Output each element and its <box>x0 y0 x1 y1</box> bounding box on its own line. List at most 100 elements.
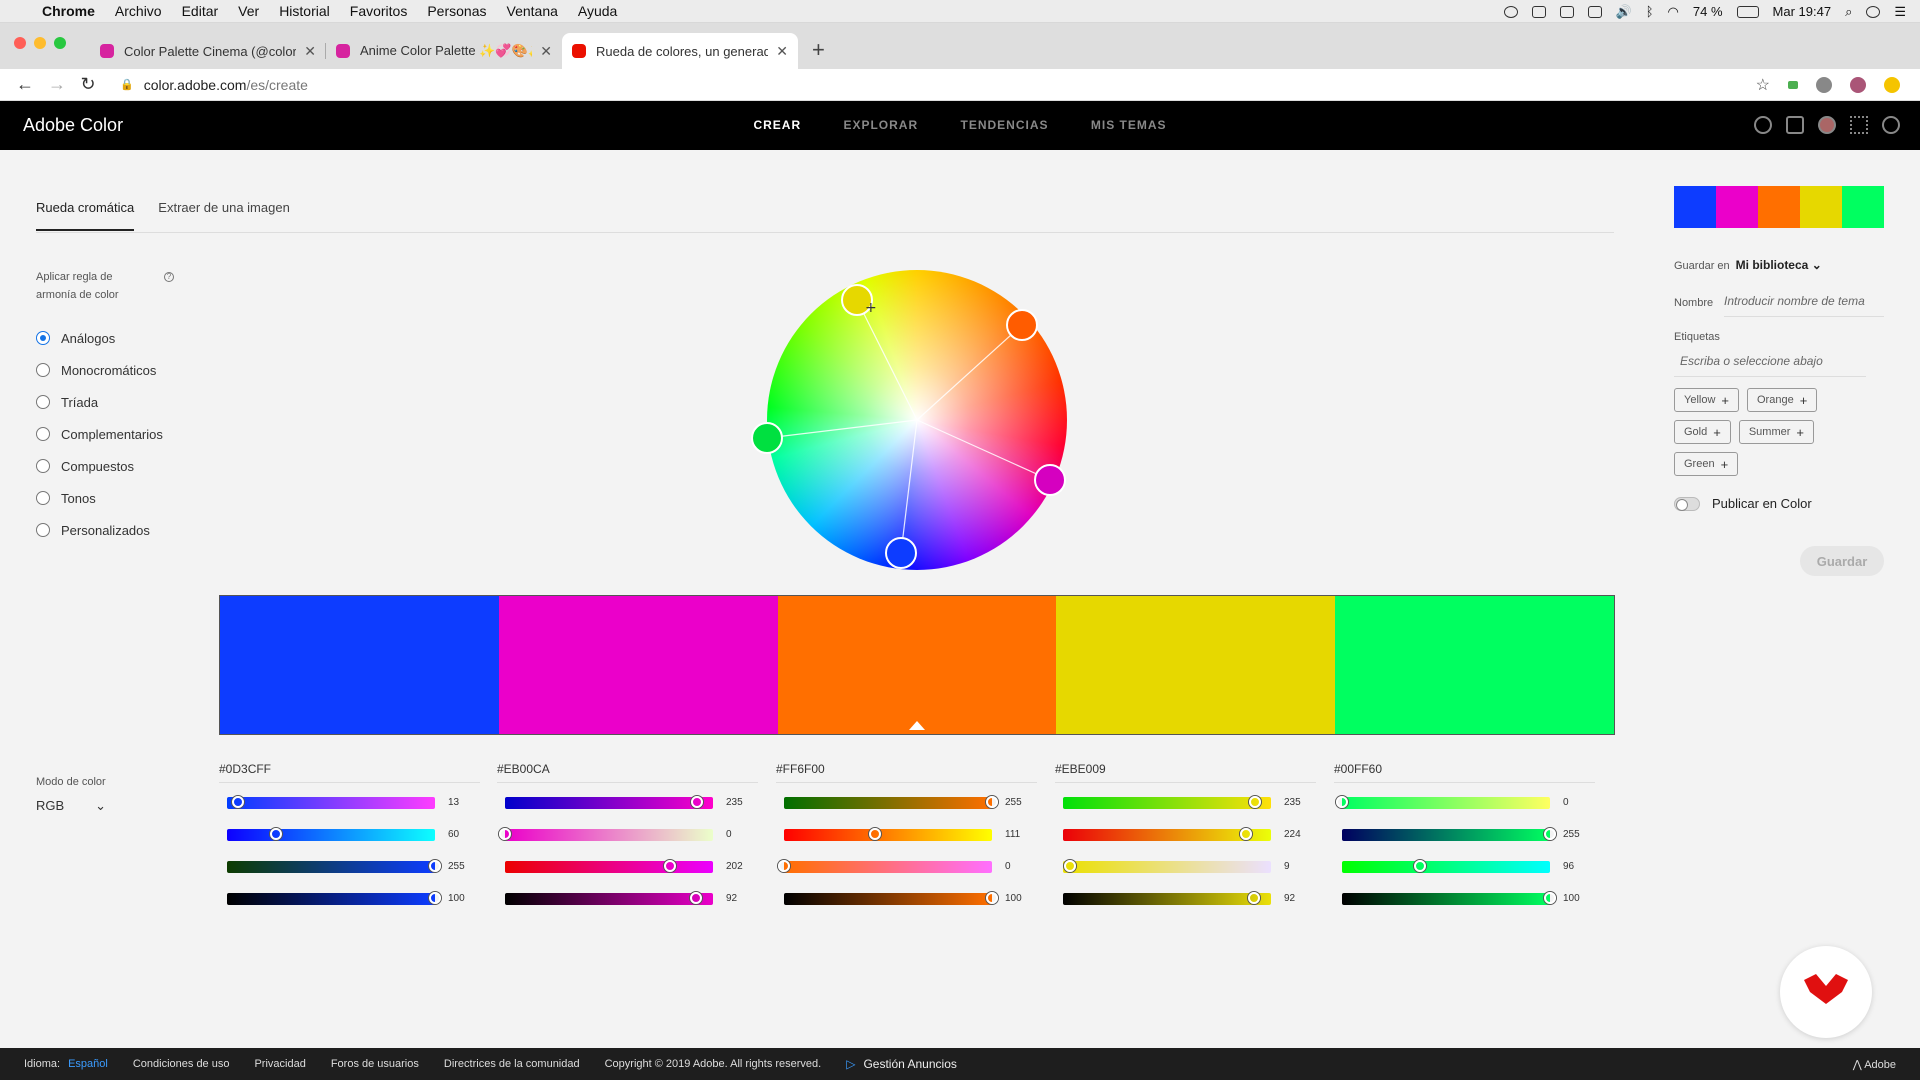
radio-icon[interactable] <box>36 459 50 473</box>
menu-ver[interactable]: Ver <box>238 3 259 19</box>
channel-slider[interactable] <box>784 892 998 905</box>
channel-slider[interactable] <box>1342 892 1556 905</box>
channel-slider[interactable] <box>1063 828 1271 841</box>
radio-icon[interactable] <box>36 491 50 505</box>
browser-tab[interactable]: Anime Color Palette ✨💞🎨✨ ✕ <box>326 33 562 69</box>
radio-icon[interactable] <box>36 395 50 409</box>
hex-value[interactable]: #EBE009 <box>1055 762 1316 783</box>
channel-value[interactable]: 13 <box>448 797 459 808</box>
extension-icon[interactable] <box>1816 76 1832 93</box>
new-tab-button[interactable]: + <box>812 37 825 63</box>
channel-slider[interactable] <box>505 860 713 873</box>
wheel-handle[interactable] <box>1034 464 1066 496</box>
slider-thumb[interactable] <box>499 828 511 840</box>
channel-slider[interactable] <box>1063 892 1271 905</box>
zoom-window-button[interactable] <box>54 37 66 49</box>
channel-value[interactable]: 235 <box>726 797 743 808</box>
tags-input[interactable]: Escriba o seleccione abajo <box>1674 354 1866 377</box>
channel-value[interactable]: 60 <box>448 829 459 840</box>
channel-slider[interactable] <box>1342 860 1550 873</box>
clock[interactable]: Mar 19:47 <box>1773 4 1832 19</box>
display-icon[interactable] <box>1587 5 1602 18</box>
browser-tab[interactable]: Color Palette Cinema (@colorp ✕ <box>90 33 326 69</box>
tag-orange[interactable]: Orange + <box>1747 388 1818 412</box>
channel-value[interactable]: 0 <box>1005 861 1011 872</box>
close-tab-icon[interactable]: ✕ <box>776 43 788 60</box>
theme-name-input[interactable]: Introducir nombre de tema <box>1724 294 1884 317</box>
palette-swatch[interactable] <box>1056 596 1336 734</box>
menu-favoritos[interactable]: Favoritos <box>350 3 408 19</box>
channel-value[interactable]: 224 <box>1284 829 1301 840</box>
channel-slider[interactable] <box>499 828 713 841</box>
channel-slider[interactable] <box>505 892 713 905</box>
slider-thumb[interactable] <box>429 860 441 872</box>
channel-slider[interactable] <box>227 828 435 841</box>
nav-crear[interactable]: CREAR <box>753 118 801 132</box>
hex-value[interactable]: #00FF60 <box>1334 762 1595 783</box>
slider-thumb[interactable] <box>1248 892 1261 904</box>
menu-ventana[interactable]: Ventana <box>507 3 558 19</box>
slider-thumb[interactable] <box>868 828 881 840</box>
close-tab-icon[interactable]: ✕ <box>540 43 552 60</box>
bluetooth-icon[interactable]: ᛒ <box>1646 4 1654 19</box>
minimize-window-button[interactable] <box>34 37 46 49</box>
wifi-icon[interactable]: ◠ <box>1668 4 1679 20</box>
floating-action-button[interactable] <box>1780 946 1872 1038</box>
menu-app-name[interactable]: Chrome <box>42 3 95 19</box>
notification-center-icon[interactable]: ☰ <box>1894 4 1906 20</box>
channel-value[interactable]: 0 <box>1563 797 1569 808</box>
battery-icon[interactable] <box>1736 5 1759 18</box>
channel-value[interactable]: 255 <box>448 861 465 872</box>
channel-value[interactable]: 92 <box>1284 893 1295 904</box>
palette-swatch[interactable] <box>498 596 778 734</box>
channel-value[interactable]: 111 <box>1005 829 1020 840</box>
menu-personas[interactable]: Personas <box>427 3 486 19</box>
profile-avatar[interactable] <box>1850 76 1866 93</box>
channel-slider[interactable] <box>778 860 992 873</box>
palette-swatch[interactable] <box>1335 596 1614 734</box>
library-dropdown[interactable]: Mi biblioteca ⌄ <box>1736 258 1822 272</box>
channel-value[interactable]: 0 <box>726 829 732 840</box>
siri-icon[interactable] <box>1866 5 1881 18</box>
slider-thumb[interactable] <box>429 892 441 904</box>
wheel-handle[interactable] <box>885 537 917 569</box>
slider-thumb[interactable] <box>690 796 703 808</box>
channel-value[interactable]: 255 <box>1563 829 1580 840</box>
radio-icon[interactable] <box>36 523 50 537</box>
channel-value[interactable]: 96 <box>1563 861 1574 872</box>
creative-cloud-icon[interactable] <box>1882 116 1900 134</box>
extension-icon[interactable] <box>1788 80 1798 89</box>
channel-value[interactable]: 100 <box>448 893 465 904</box>
forward-icon[interactable]: → <box>48 74 66 95</box>
user-avatar[interactable] <box>1818 116 1836 134</box>
volume-icon[interactable]: 🔊 <box>1616 4 1632 20</box>
slider-thumb[interactable] <box>1544 892 1556 904</box>
record-icon[interactable] <box>1503 5 1518 18</box>
color-mode-select[interactable]: RGB ⌄ <box>36 798 106 814</box>
footer-link-privacy[interactable]: Privacidad <box>254 1058 305 1070</box>
menu-ayuda[interactable]: Ayuda <box>578 3 617 19</box>
radio-personalizados[interactable]: Personalizados <box>36 514 163 546</box>
channel-slider[interactable] <box>1342 828 1556 841</box>
screen-icon[interactable] <box>1531 5 1546 18</box>
search-icon[interactable]: ⌕ <box>1845 4 1852 20</box>
slider-thumb[interactable] <box>778 860 790 872</box>
footer-link-forums[interactable]: Foros de usuarios <box>331 1058 419 1070</box>
channel-slider[interactable] <box>1063 860 1271 873</box>
channel-slider[interactable] <box>1063 796 1271 809</box>
radio-icon[interactable] <box>36 363 50 377</box>
ad-choices-link[interactable]: ▷ Gestión Anuncios <box>846 1057 957 1071</box>
theme-toggle-icon[interactable] <box>1754 116 1772 134</box>
back-icon[interactable]: ← <box>16 74 34 95</box>
close-tab-icon[interactable]: ✕ <box>304 43 316 60</box>
tag-gold[interactable]: Gold + <box>1674 420 1731 444</box>
channel-slider[interactable] <box>505 796 713 809</box>
channel-slider[interactable] <box>227 892 441 905</box>
channel-slider[interactable] <box>227 860 441 873</box>
nav-explorar[interactable]: EXPLORAR <box>843 118 918 132</box>
adobe-footer-logo[interactable]: ⋀ Adobe <box>1853 1058 1896 1071</box>
slider-thumb[interactable] <box>1336 796 1348 808</box>
channel-slider[interactable] <box>1336 796 1550 809</box>
tag-green[interactable]: Green + <box>1674 452 1739 476</box>
menu-archivo[interactable]: Archivo <box>115 3 162 19</box>
